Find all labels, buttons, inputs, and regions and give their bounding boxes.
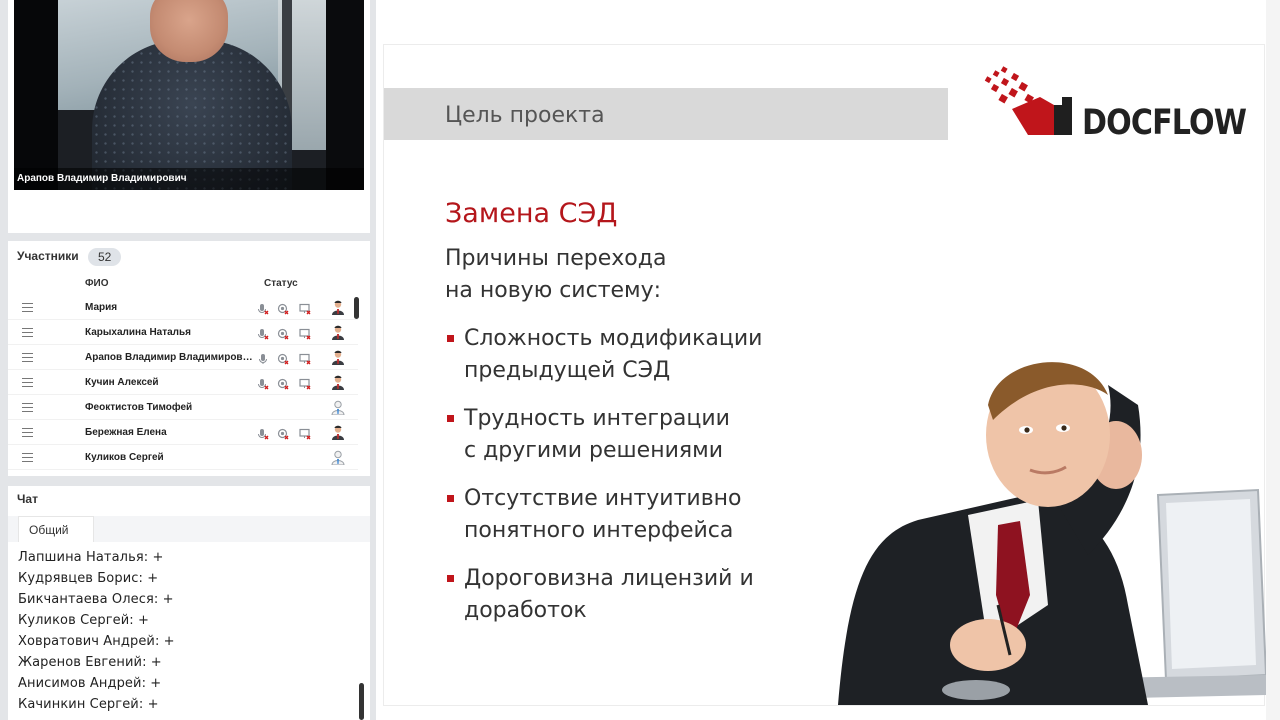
participants-count-badge: 52 [88,248,122,266]
presentation-slide: Цель проекта DOCFLOW Замена СЭД Причины … [383,44,1266,706]
subtext-line: на новую систему: [445,278,662,303]
chat-messages: Лапшина Наталья: + Кудрявцев Борис: + Бикч… [18,550,348,718]
chat-title: Чат [17,492,38,506]
participant-row[interactable]: Карыхалина Наталья [8,320,358,345]
drag-handle-icon[interactable] [22,328,33,337]
screen-share-off-icon[interactable] [299,327,311,340]
chat-message: Кудрявцев Борис: + [18,571,159,586]
presentation-scrollbar[interactable] [1266,0,1280,720]
participant-name: Феоктистов Тимофей [85,402,193,413]
screen-share-off-icon[interactable] [299,377,311,390]
video-background [326,0,364,190]
speaker-name-label: Арапов Владимир Владимирович [14,168,364,190]
drag-handle-icon[interactable] [22,303,33,312]
bullet-marker-icon [447,415,454,422]
presenter-user-icon[interactable] [331,375,345,390]
slide-heading: Замена СЭД [445,198,618,229]
mic-muted-icon[interactable] [257,427,269,440]
camera-off-icon[interactable] [277,427,289,440]
chat-scrollbar[interactable] [359,683,364,720]
listener-user-icon[interactable] [331,400,345,416]
speaker-head [150,0,228,62]
speaker-video[interactable]: Арапов Владимир Владимирович [14,0,364,190]
presenter-user-icon[interactable] [331,300,345,315]
chat-message: Жаренов Евгений: + [18,655,162,670]
presentation-area: Цель проекта DOCFLOW Замена СЭД Причины … [376,0,1280,720]
chat-panel: Чат Общий Лапшина Наталья: + Кудрявцев Бо… [8,486,370,720]
participant-name: Мария [85,302,118,313]
presenter-user-icon[interactable] [331,350,345,365]
column-header-status[interactable]: Статус [264,278,298,289]
participants-scrollbar[interactable] [354,297,359,319]
mic-muted-icon[interactable] [257,327,269,340]
businessman-photo [838,362,1266,705]
subtext-line: Причины перехода [445,246,667,271]
drag-handle-icon[interactable] [22,428,33,437]
participant-row[interactable]: Мария [8,295,358,320]
drag-handle-icon[interactable] [22,403,33,412]
participants-list: Мария Карыхалина Наталья Арапов Владимир В… [8,295,358,470]
participant-row[interactable]: Куликов Сергей [8,445,358,470]
screen-share-off-icon[interactable] [299,302,311,315]
left-sidebar: Арапов Владимир Владимирович Участники 5… [0,0,376,720]
presenter-user-icon[interactable] [331,425,345,440]
drag-handle-icon[interactable] [22,353,33,362]
listener-user-icon[interactable] [331,450,345,466]
logo-wordmark: DOCFLOW [1082,103,1247,143]
video-panel: Арапов Владимир Владимирович [8,0,370,233]
mic-muted-icon[interactable] [257,377,269,390]
chat-message: Куликов Сергей: + [18,613,149,628]
bullet-marker-icon [447,575,454,582]
mic-icon[interactable] [257,352,269,364]
camera-off-icon[interactable] [277,352,289,365]
docflow-logo-icon [984,66,1072,135]
participants-title: Участники [17,249,79,263]
participant-name: Бережная Елена [85,427,167,438]
camera-off-icon[interactable] [277,327,289,340]
chat-message: Анисимов Андрей: + [18,676,162,691]
drag-handle-icon[interactable] [22,453,33,462]
participant-name: Арапов Владимир Владимиров… [85,352,253,363]
chat-message: Качинкин Сергей: + [18,697,159,712]
docflow-logo: DOCFLOW [982,65,1247,145]
slide-title-bar: Цель проекта [384,88,948,140]
bullet-marker-icon [447,335,454,342]
chat-tab-general[interactable]: Общий [18,516,94,542]
participant-row[interactable]: Арапов Владимир Владимиров… [8,345,358,370]
presenter-user-icon[interactable] [331,325,345,340]
participant-name: Кучин Алексей [85,377,159,388]
participant-name: Куликов Сергей [85,452,164,463]
column-header-name[interactable]: ФИО [85,278,109,289]
slide-title: Цель проекта [445,103,605,128]
screen-share-off-icon[interactable] [299,352,311,365]
screen-share-off-icon[interactable] [299,427,311,440]
participants-panel: Участники 52 ФИО Статус Мария Карыхалина … [8,241,370,476]
camera-off-icon[interactable] [277,302,289,315]
chat-message: Лапшина Наталья: + [18,550,164,565]
chat-message: Ховратович Андрей: + [18,634,175,649]
chat-message: Бикчантаева Олеся: + [18,592,174,607]
camera-off-icon[interactable] [277,377,289,390]
video-background [14,0,58,190]
slide-subtext: Причины перехода на новую систему: [445,243,666,307]
participant-row[interactable]: Бережная Елена [8,420,358,445]
mic-muted-icon[interactable] [257,302,269,315]
participant-name: Карыхалина Наталья [85,327,192,338]
drag-handle-icon[interactable] [22,378,33,387]
bullet-marker-icon [447,495,454,502]
participant-row[interactable]: Кучин Алексей [8,370,358,395]
participant-row[interactable]: Феоктистов Тимофей [8,395,358,420]
